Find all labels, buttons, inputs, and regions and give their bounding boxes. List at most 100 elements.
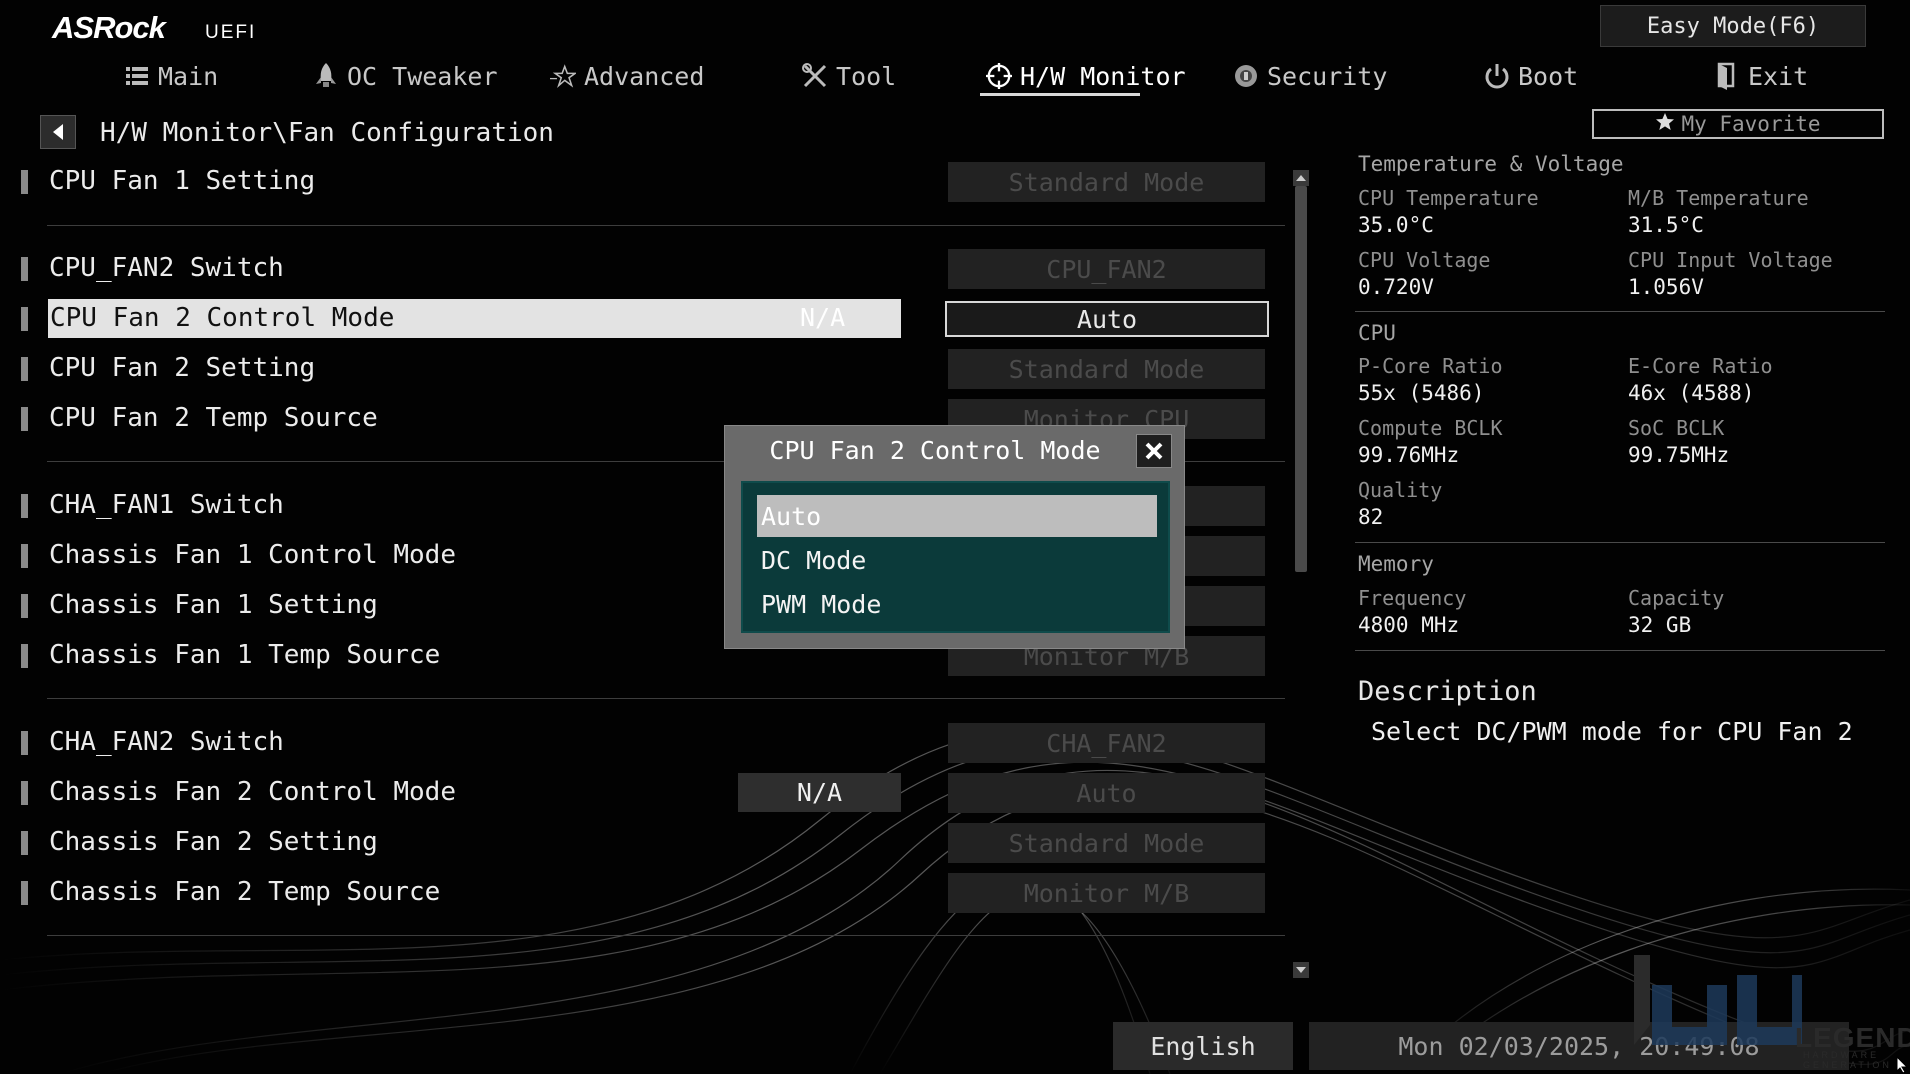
memory-frequency-label: Frequency [1358,586,1467,610]
scroll-up-button[interactable] [1293,170,1309,186]
pcore-ratio-value: 55x (5486) [1358,381,1485,405]
setting-label-cha-fan1-switch[interactable]: CHA_FAN1 Switch [49,490,284,520]
mouse-cursor-icon [1896,1056,1908,1074]
power-icon [1484,62,1510,90]
row-indicator [21,781,28,805]
popup-option-list: Auto DC Mode PWM Mode [741,481,1170,633]
rocket-icon [313,62,339,90]
setting-status-chassis-fan2-control-mode: N/A [738,773,901,812]
setting-label-cha-fan2-switch[interactable]: CHA_FAN2 Switch [49,727,284,757]
close-icon [1145,442,1163,460]
section-divider [47,935,1285,936]
tab-security-label: Security [1267,61,1388,91]
active-tab-underline [980,93,1140,96]
exit-icon [1714,62,1740,90]
scrollbar-thumb[interactable] [1295,186,1307,572]
description-text: Select DC/PWM mode for CPU Fan 2 [1371,717,1853,746]
popup-close-button[interactable] [1136,434,1172,468]
my-favorite-button[interactable]: My Favorite [1592,109,1884,139]
asrock-logo: ASRock [52,10,166,45]
shield-icon [1233,62,1259,90]
setting-value-cha-fan2-switch[interactable]: CHA_FAN2 [948,723,1265,763]
memory-heading: Memory [1358,552,1434,576]
tab-exit[interactable]: Exit [1714,58,1808,94]
panel-divider [1355,542,1885,543]
setting-value-chassis-fan2-temp-source[interactable]: Monitor M/B [948,873,1265,913]
list-icon [124,62,150,90]
setting-value-cpu-fan2-switch[interactable]: CPU_FAN2 [948,249,1265,289]
description-title: Description [1358,676,1537,707]
setting-label-cpu-fan1-setting[interactable]: CPU Fan 1 Setting [49,166,315,196]
tab-boot[interactable]: Boot [1484,58,1578,94]
easy-mode-button[interactable]: Easy Mode(F6) [1600,5,1866,47]
favorite-star-icon [1655,112,1675,137]
setting-value-cpu-fan2-control-mode[interactable]: Auto [945,301,1269,337]
tab-oc-tweaker[interactable]: OC Tweaker [313,58,498,94]
cpu-voltage-label: CPU Voltage [1358,248,1491,272]
row-indicator [21,257,28,281]
setting-status-cpu-fan2-control-mode: N/A [800,303,846,332]
tab-hw-monitor-label: H/W Monitor [1020,61,1186,91]
row-indicator [21,407,28,431]
cpu-temp-label: CPU Temperature [1358,186,1539,210]
selected-setting-row[interactable]: CPU Fan 2 Control Mode N/A [48,299,901,338]
tools-icon [802,62,828,90]
setting-label-chassis-fan2-setting[interactable]: Chassis Fan 2 Setting [49,827,378,857]
memory-frequency-value: 4800 MHz [1358,613,1460,637]
cpu-temp-value: 35.0°C [1358,213,1434,237]
mb-temp-label: M/B Temperature [1628,186,1809,210]
tab-tool[interactable]: Tool [802,58,896,94]
back-button[interactable] [40,115,76,149]
breadcrumb: H/W Monitor\Fan Configuration [100,118,554,148]
setting-label-chassis-fan2-temp-source[interactable]: Chassis Fan 2 Temp Source [49,877,440,907]
panel-divider [1355,650,1885,651]
compute-bclk-value: 99.76MHz [1358,443,1460,467]
setting-label-chassis-fan2-control-mode[interactable]: Chassis Fan 2 Control Mode [49,777,456,807]
setting-label-cpu-fan2-setting[interactable]: CPU Fan 2 Setting [49,353,315,383]
row-indicator [21,544,28,568]
mb-temp-value: 31.5°C [1628,213,1704,237]
pcore-ratio-label: P-Core Ratio [1358,354,1503,378]
memory-capacity-label: Capacity [1628,586,1725,610]
tab-advanced[interactable]: Advanced [550,58,704,94]
tab-exit-label: Exit [1748,61,1809,91]
memory-capacity-value: 32 GB [1628,613,1692,637]
watermark-logo [1634,955,1802,1045]
setting-label-chassis-fan1-setting[interactable]: Chassis Fan 1 Setting [49,590,378,620]
language-button[interactable]: English [1113,1022,1293,1070]
control-mode-popup: CPU Fan 2 Control Mode Auto DC Mode PWM … [724,425,1185,649]
setting-value-chassis-fan2-setting[interactable]: Standard Mode [948,823,1265,863]
cpu-voltage-value: 0.720V [1358,275,1434,299]
row-indicator [21,357,28,381]
setting-value-cpu-fan2-setting[interactable]: Standard Mode [948,349,1265,389]
setting-label-chassis-fan1-control-mode[interactable]: Chassis Fan 1 Control Mode [49,540,456,570]
setting-value-chassis-fan2-control-mode[interactable]: Auto [948,773,1265,813]
tab-main[interactable]: Main [124,58,218,94]
setting-label-cpu-fan2-control-mode: CPU Fan 2 Control Mode [50,303,395,333]
popup-option-auto[interactable]: Auto [757,495,1157,537]
popup-option-dc-mode[interactable]: DC Mode [757,539,1157,581]
row-indicator [21,644,28,668]
cpu-input-voltage-label: CPU Input Voltage [1628,248,1833,272]
tab-hw-monitor[interactable]: H/W Monitor [986,58,1186,94]
row-indicator [21,831,28,855]
setting-value-cpu-fan1-setting[interactable]: Standard Mode [948,162,1265,202]
tab-advanced-label: Advanced [584,61,705,91]
scroll-down-arrow-icon [1296,967,1306,973]
row-indicator [21,307,28,331]
favorite-label: My Favorite [1681,112,1821,136]
setting-label-cpu-fan2-switch[interactable]: CPU_FAN2 Switch [49,253,284,283]
scroll-up-arrow-icon [1296,175,1306,181]
temp-voltage-heading: Temperature & Voltage [1358,152,1624,176]
quality-value: 82 [1358,505,1384,529]
section-divider [47,698,1285,699]
tab-security[interactable]: Security [1233,58,1387,94]
popup-option-pwm-mode[interactable]: PWM Mode [757,583,1157,625]
popup-title: CPU Fan 2 Control Mode [769,436,1101,465]
setting-label-cpu-fan2-temp-source[interactable]: CPU Fan 2 Temp Source [49,403,378,433]
soc-bclk-label: SoC BCLK [1628,416,1725,440]
setting-label-chassis-fan1-temp-source[interactable]: Chassis Fan 1 Temp Source [49,640,440,670]
watermark-subtext: HARDWARE GENERATION [1803,1050,1892,1070]
scroll-down-button[interactable] [1293,962,1309,978]
row-indicator [21,881,28,905]
